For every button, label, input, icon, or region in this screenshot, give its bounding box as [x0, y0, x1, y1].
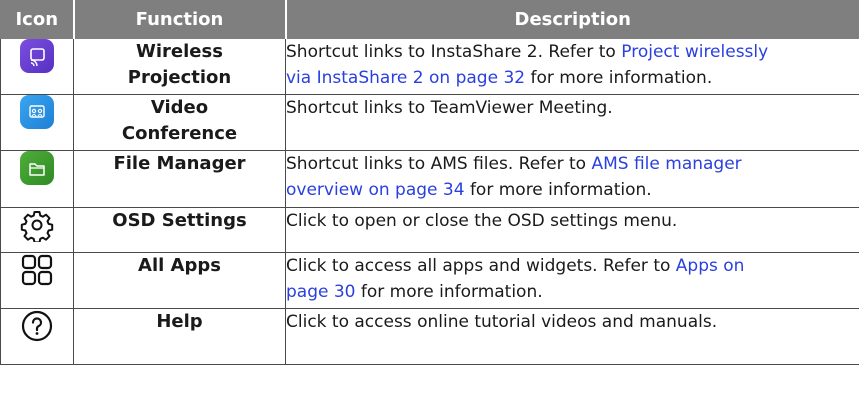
link-ams-overview-page[interactable]: overview on page 34	[286, 180, 465, 200]
table-header-row: Icon Function Description	[0, 0, 859, 39]
function-label: File Manager	[113, 153, 246, 174]
wireless-projection-icon	[20, 39, 54, 73]
table-row: Help Click to access online tutorial vid…	[0, 308, 859, 365]
header-description: Description	[284, 0, 859, 39]
link-instashare-page[interactable]: via InstaShare 2 on page 32	[286, 68, 525, 88]
link-project-wirelessly[interactable]: Project wirelessly	[621, 42, 768, 62]
link-ams-file-manager[interactable]: AMS file manager	[591, 154, 741, 174]
function-label: Help	[156, 311, 203, 332]
function-label-line2: Conference	[121, 123, 238, 144]
function-label-line2: Projection	[127, 67, 232, 88]
description-cell: Shortcut links to InstaShare 2. Refer to…	[285, 38, 859, 95]
description-cell: Shortcut links to TeamViewer Meeting.	[285, 94, 859, 151]
table-row: File Manager Shortcut links to AMS files…	[0, 150, 859, 208]
table-row: All Apps Click to access all apps and wi…	[0, 252, 859, 309]
link-apps-on[interactable]: Apps on	[676, 256, 745, 276]
file-manager-icon	[20, 151, 54, 185]
header-function: Function	[72, 0, 286, 39]
header-icon: Icon	[0, 0, 74, 39]
function-label: OSD Settings	[112, 210, 247, 231]
description-cell: Shortcut links to AMS files. Refer to AM…	[285, 150, 859, 208]
description-cell: Click to access online tutorial videos a…	[285, 308, 859, 365]
function-label: Wireless	[136, 41, 223, 62]
description-cell: Click to access all apps and widgets. Re…	[285, 252, 859, 309]
function-label: All Apps	[138, 255, 221, 276]
table-row: OSD Settings Click to open or close the …	[0, 207, 859, 253]
gear-icon	[20, 208, 54, 244]
link-apps-page[interactable]: page 30	[286, 282, 356, 302]
function-label: Video	[150, 97, 209, 118]
video-conference-icon	[20, 95, 54, 129]
table-row: Video Conference Shortcut links to TeamV…	[0, 94, 859, 151]
table-row: Wireless Projection Shortcut links to In…	[0, 38, 859, 95]
help-icon	[20, 309, 54, 343]
feature-table: Icon Function Description Wireless Proje…	[0, 0, 859, 365]
description-cell: Click to open or close the OSD settings …	[285, 207, 859, 253]
grid-apps-icon	[20, 253, 54, 287]
